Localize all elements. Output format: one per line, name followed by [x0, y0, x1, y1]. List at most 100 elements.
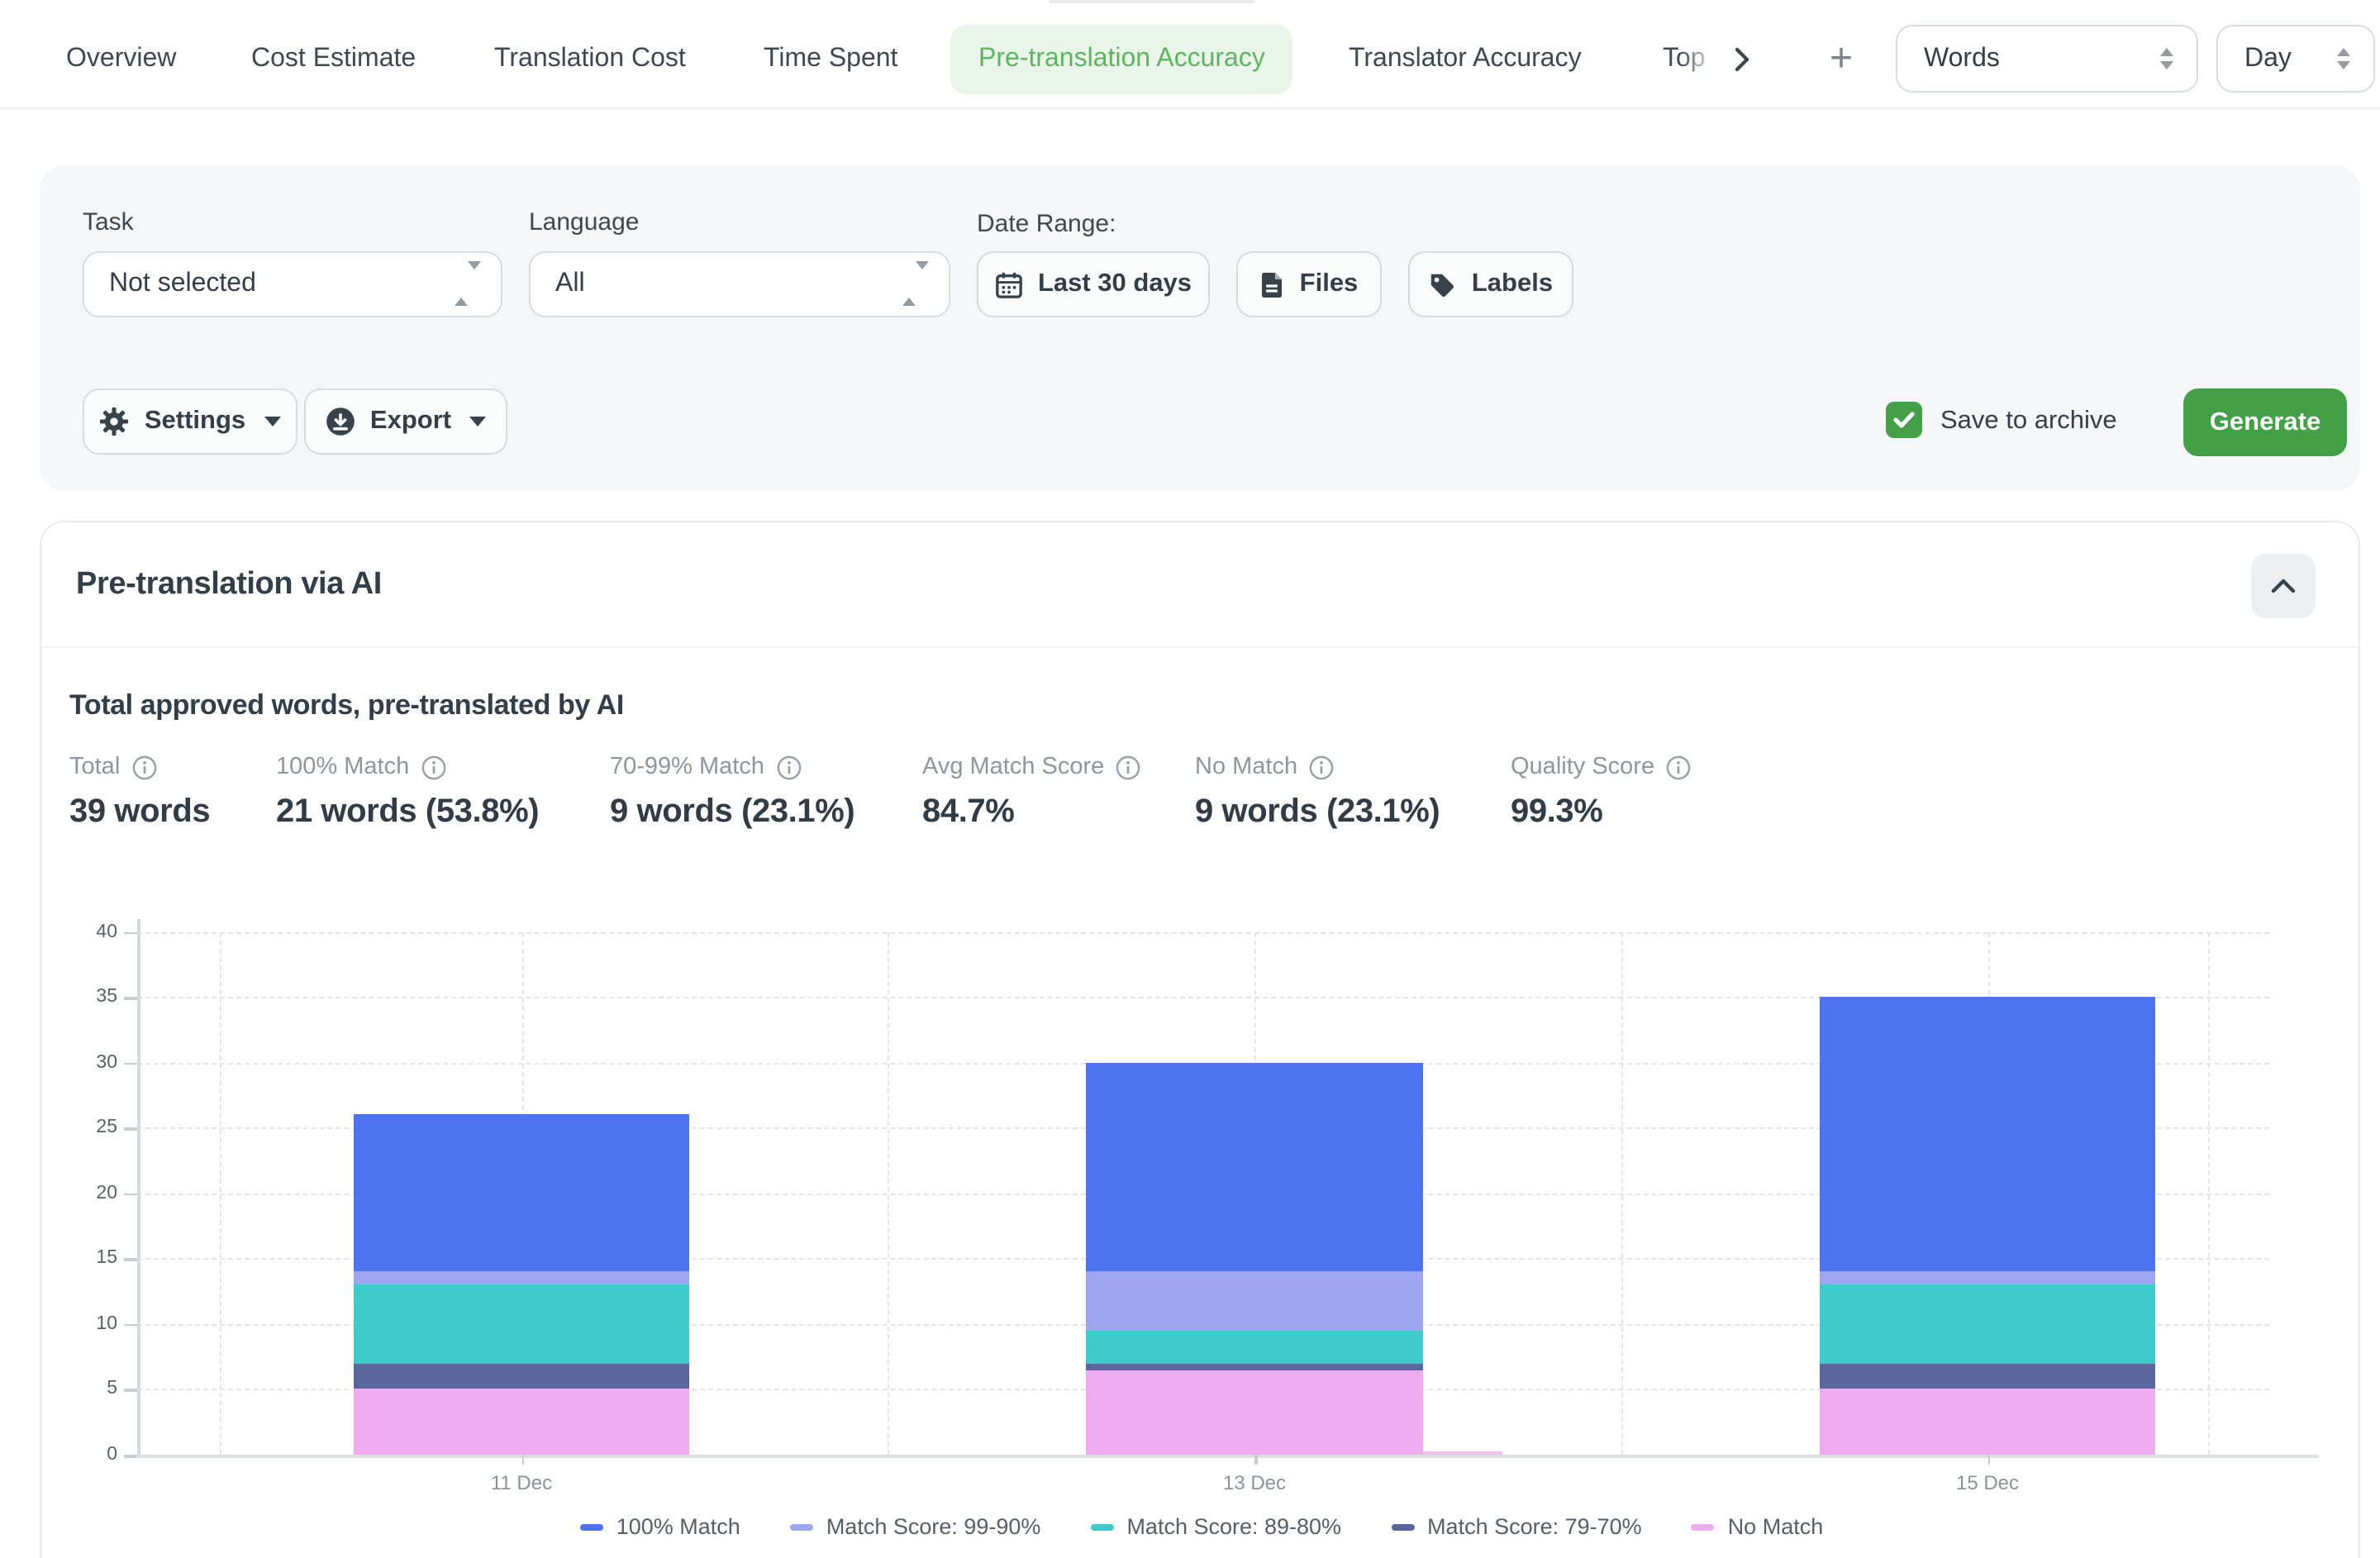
- files-filter-label: Files: [1300, 269, 1359, 299]
- settings-button[interactable]: Settings: [83, 388, 298, 455]
- stat-label: 100% Match: [276, 754, 539, 780]
- tab-overview[interactable]: Overview: [66, 25, 176, 94]
- language-select-value: All: [555, 269, 585, 299]
- stat-avg-match-score: Avg Match Score 84.7%: [922, 754, 1140, 831]
- labels-filter-button[interactable]: Labels: [1408, 251, 1573, 317]
- generate-button[interactable]: Generate: [2183, 388, 2347, 456]
- info-icon[interactable]: [1666, 755, 1691, 779]
- info-icon[interactable]: [1309, 755, 1334, 779]
- legend-label: 100% Match: [616, 1514, 740, 1539]
- stat-100-match: 100% Match21 words (53.8%): [276, 754, 539, 831]
- legend-item-no-match[interactable]: No Match: [1692, 1514, 1824, 1539]
- bar-segment-13-dec-match-score-99-90-: [1087, 1271, 1423, 1330]
- v-gridline-6: [2207, 931, 2209, 1455]
- chart-legend: 100% Match Match Score: 99-90% Match Score…: [41, 1514, 2362, 1539]
- no-match-baseline-sliver: [1423, 1451, 1502, 1455]
- stat-label: Quality Score: [1511, 754, 1691, 780]
- legend-item-match-score-79-70-[interactable]: Match Score: 79-70%: [1391, 1514, 1642, 1539]
- settings-label: Settings: [145, 407, 245, 436]
- bar-segment-11-dec-match-score-79-70-: [354, 1363, 690, 1389]
- top-edge-artifact: [1050, 0, 1254, 3]
- unit-select[interactable]: Words: [1896, 25, 2198, 93]
- files-filter-button[interactable]: Files: [1236, 251, 1382, 317]
- app-viewport: Overview Cost Estimate Translation Cost Tim…: [0, 0, 2380, 1558]
- task-label: Task: [83, 208, 134, 236]
- language-label: Language: [529, 208, 640, 236]
- tab-time-spent[interactable]: Time Spent: [764, 25, 897, 94]
- export-label: Export: [370, 407, 451, 436]
- y-tick: [124, 931, 137, 934]
- gear-icon: [100, 407, 130, 436]
- x-tick: [1987, 1455, 1990, 1465]
- y-axis-label: 5: [68, 1379, 117, 1399]
- legend-swatch: [1090, 1523, 1113, 1530]
- date-range-label: Date Range:: [977, 210, 1116, 238]
- y-tick: [124, 1127, 137, 1130]
- more-tabs-button[interactable]: [1719, 36, 1765, 83]
- stat-label: Avg Match Score: [922, 754, 1140, 780]
- stat-label-text: Avg Match Score: [922, 754, 1104, 780]
- tab-pre-translation-accuracy[interactable]: Pre-translation Accuracy: [950, 25, 1293, 94]
- v-gridline-4: [1621, 931, 1623, 1455]
- legend-swatch: [580, 1523, 603, 1530]
- info-icon[interactable]: [421, 755, 445, 779]
- period-select-value: Day: [2244, 44, 2292, 74]
- section-title: Total approved words, pre-translated by …: [69, 689, 624, 722]
- bar-segment-11-dec-match-score-99-90-: [354, 1271, 690, 1284]
- unit-select-value: Words: [1924, 44, 2000, 74]
- y-tick: [124, 1062, 137, 1065]
- stat-value: 84.7%: [922, 793, 1140, 831]
- info-icon[interactable]: [1116, 755, 1140, 779]
- collapse-card-button[interactable]: [2251, 554, 2316, 618]
- y-axis-label: 25: [68, 1117, 117, 1137]
- legend-item-match-score-99-90-[interactable]: Match Score: 99-90%: [790, 1514, 1041, 1539]
- add-report-tab-button[interactable]: +: [1818, 36, 1864, 83]
- legend-item-100-match[interactable]: 100% Match: [580, 1514, 740, 1539]
- stat-value: 9 words (23.1%): [1195, 793, 1440, 831]
- report-tabs-bar: Overview Cost Estimate Translation Cost Tim…: [0, 0, 2380, 109]
- y-tick: [124, 1259, 137, 1261]
- stat-70-99-match: 70-99% Match 9 words (23.1%): [610, 754, 854, 831]
- legend-label: Match Score: 89-80%: [1126, 1514, 1341, 1539]
- plus-icon: +: [1830, 40, 1853, 79]
- y-axis-label: 30: [68, 1052, 117, 1072]
- chevron-right-icon: [1734, 46, 1750, 73]
- language-select[interactable]: All: [529, 251, 950, 317]
- x-tick: [521, 1455, 524, 1465]
- bar-segment-13-dec-match-score-79-70-: [1087, 1363, 1423, 1370]
- checkmark-icon: [1892, 410, 1916, 430]
- tab-translator-accuracy[interactable]: Translator Accuracy: [1349, 25, 1582, 94]
- stat-label-text: 100% Match: [276, 754, 409, 780]
- sort-arrows-icon: [2137, 48, 2173, 69]
- legend-label: Match Score: 99-90%: [826, 1514, 1041, 1539]
- legend-label: No Match: [1728, 1514, 1824, 1539]
- bar-segment-13-dec-no-match: [1087, 1370, 1423, 1455]
- bar-segment-15-dec-match-score-79-70-: [1820, 1363, 2156, 1389]
- stat-label-text: 70-99% Match: [610, 754, 764, 780]
- tab-cost-estimate[interactable]: Cost Estimate: [251, 25, 416, 94]
- info-icon[interactable]: [131, 755, 156, 779]
- stat-label: No Match: [1195, 754, 1440, 780]
- bar-segment-13-dec-100-match: [1087, 1062, 1423, 1271]
- pre-translation-report-card: Pre-translation via AI Total approved wo…: [40, 521, 2360, 1558]
- tab-translation-cost[interactable]: Translation Cost: [494, 25, 686, 94]
- stat-total: Total39 words: [69, 754, 210, 831]
- bar-segment-15-dec-match-score-99-90-: [1820, 1271, 2156, 1284]
- date-range-button[interactable]: Last 30 days: [977, 251, 1210, 317]
- export-button[interactable]: Export: [304, 388, 507, 455]
- stat-label-text: Total: [69, 754, 120, 780]
- stacked-bar-chart: 051015202530354011 Dec13 Dec15 Dec 100% …: [41, 903, 2362, 1558]
- bar-segment-15-dec-100-match: [1820, 997, 2156, 1271]
- legend-item-match-score-89-80-[interactable]: Match Score: 89-80%: [1090, 1514, 1341, 1539]
- tab-top[interactable]: Top: [1663, 25, 1719, 94]
- card-title: Pre-translation via AI: [76, 567, 382, 603]
- info-icon[interactable]: [776, 755, 801, 779]
- stat-label: Total: [69, 754, 210, 780]
- y-axis-label: 40: [68, 922, 117, 941]
- task-select[interactable]: Not selected: [83, 251, 502, 317]
- tag-icon: [1429, 270, 1457, 298]
- save-to-archive-checkbox[interactable]: [1886, 402, 1922, 438]
- stat-value: 9 words (23.1%): [610, 793, 854, 831]
- period-select[interactable]: Day: [2216, 25, 2375, 93]
- y-axis-label: 15: [68, 1249, 117, 1269]
